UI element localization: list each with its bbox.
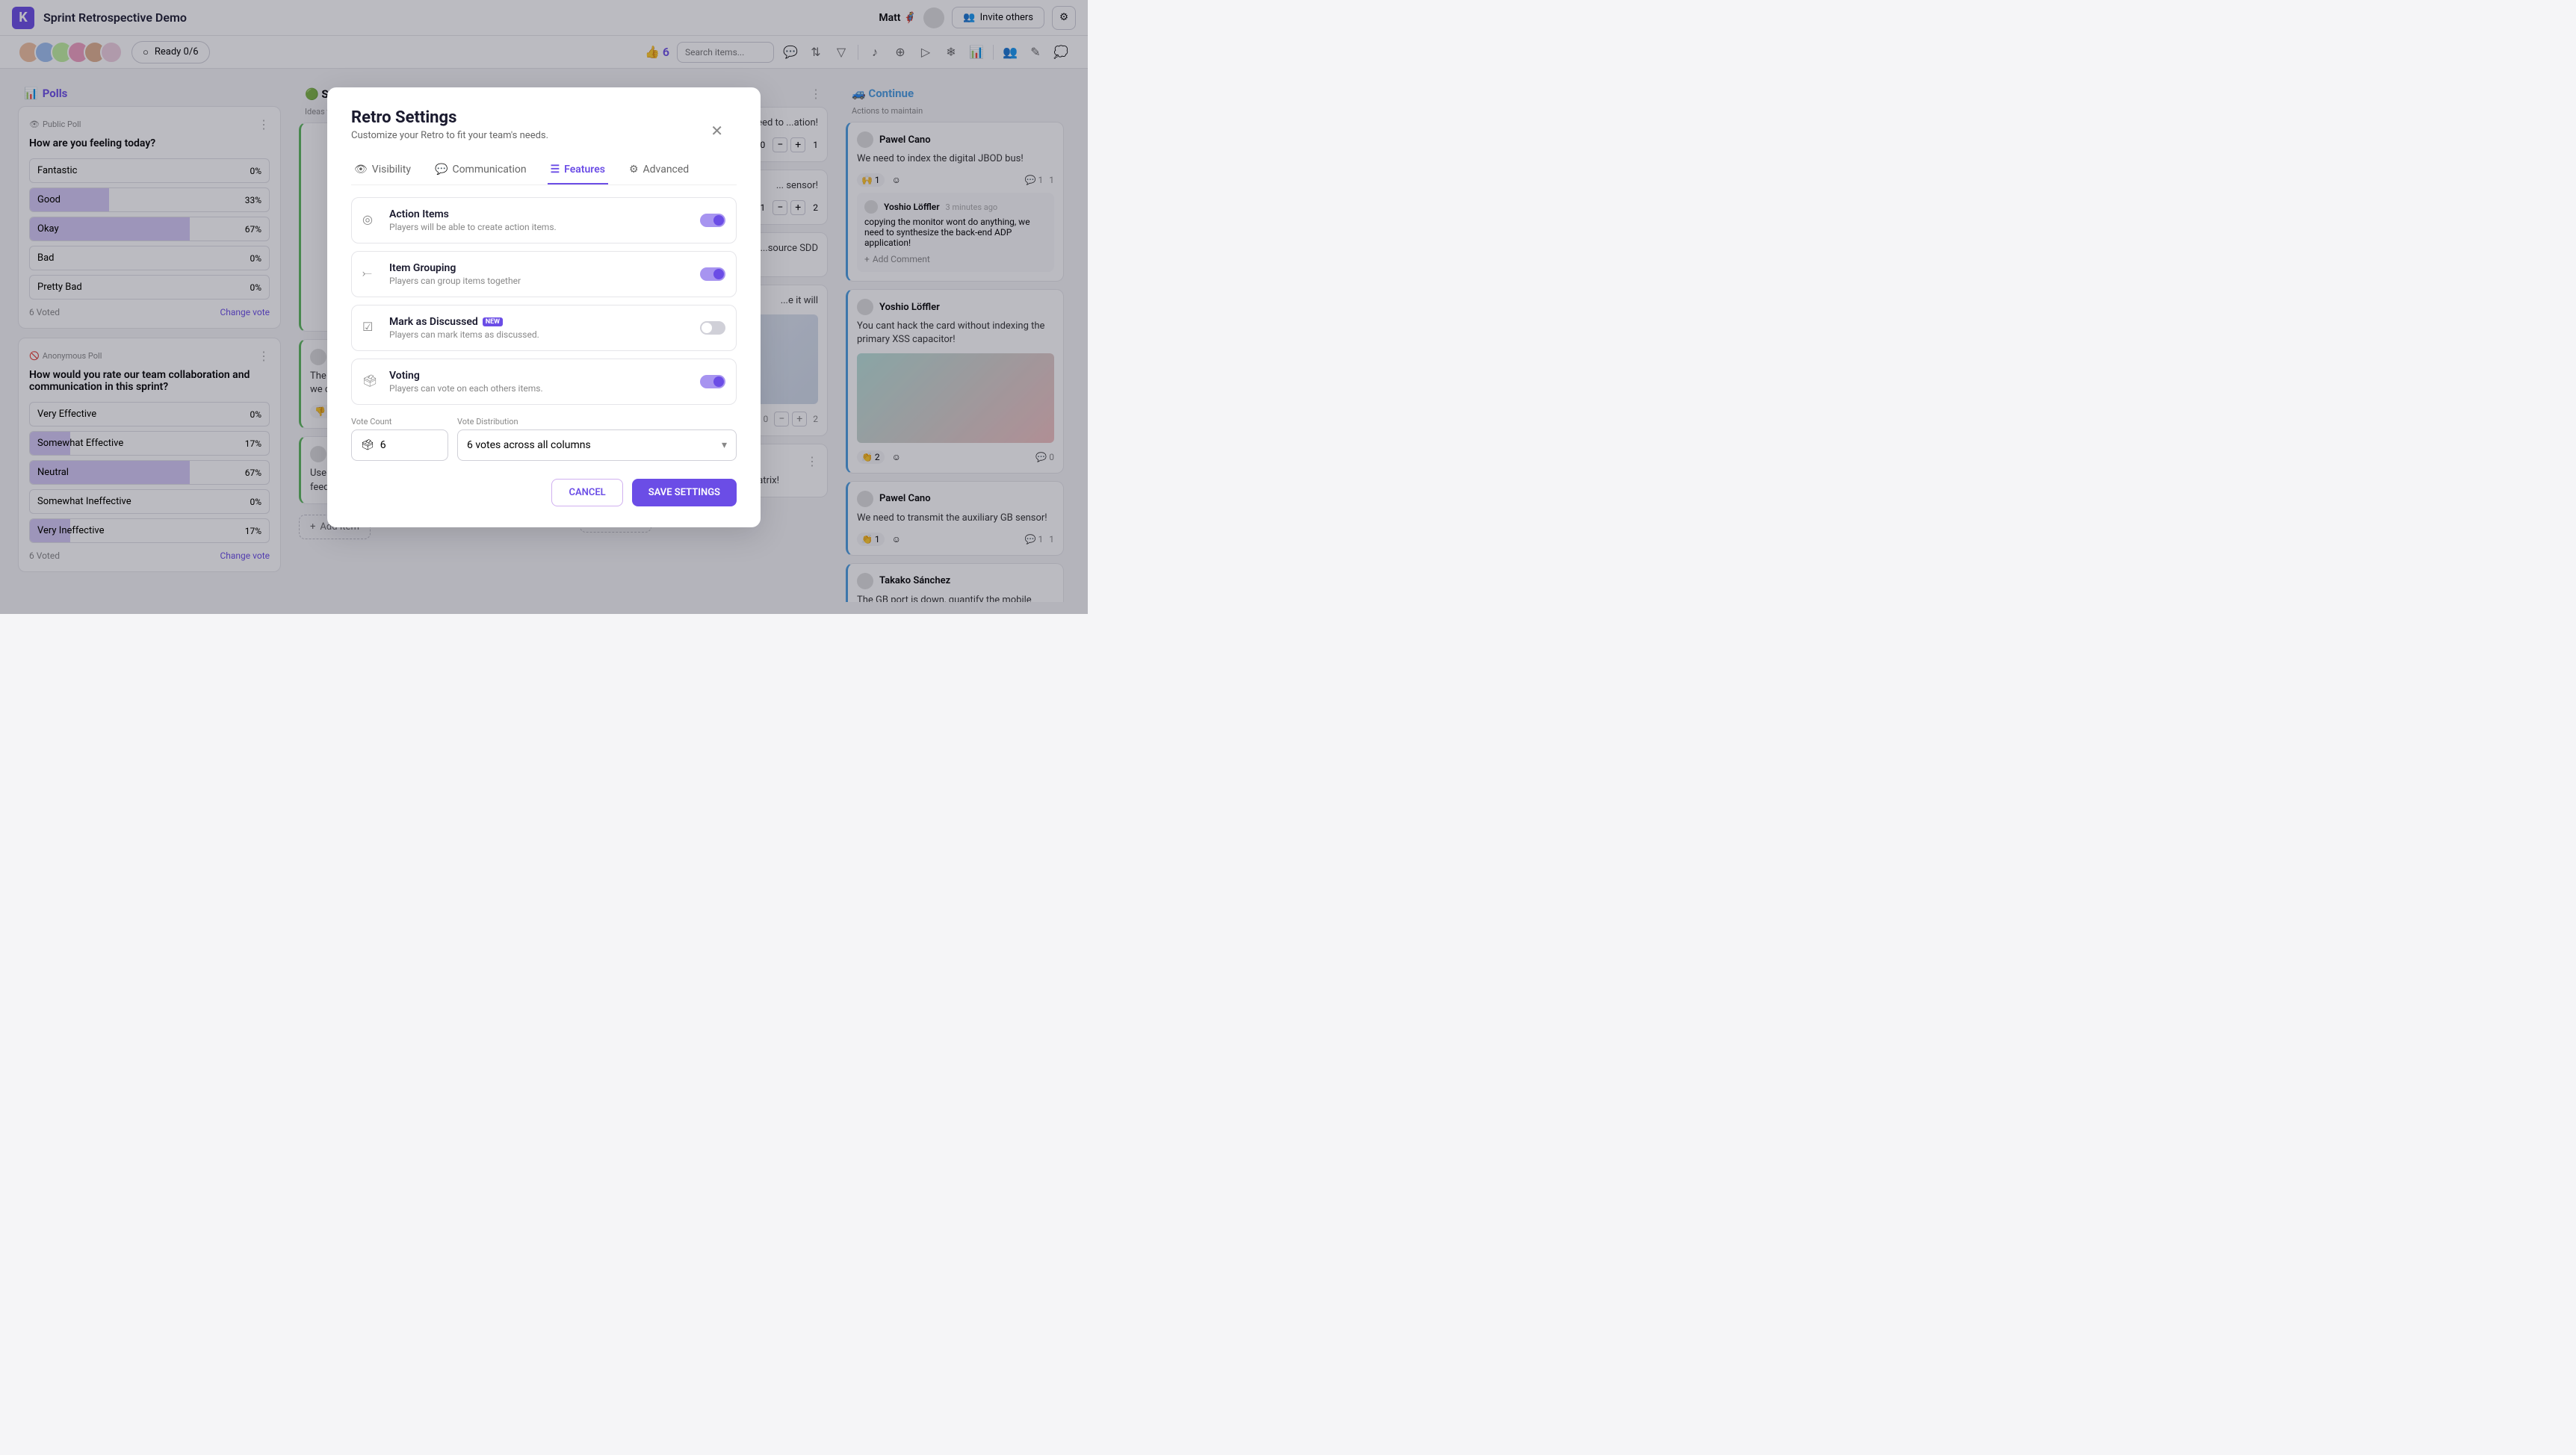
feature-title: Mark as Discussed NEW — [389, 316, 690, 328]
poll-option-label: Okay — [37, 223, 59, 235]
feature-title: Item Grouping — [389, 262, 690, 274]
tab-visibility[interactable]: 👁 Visibility — [351, 156, 414, 184]
checkbox-icon: ☑ — [362, 320, 379, 336]
close-icon: ✕ — [710, 122, 723, 140]
poll-option-pct: 0% — [250, 409, 261, 420]
save-settings-button[interactable]: SAVE SETTINGS — [632, 479, 737, 506]
poll-option-pct: 0% — [250, 497, 261, 507]
vote-count-label: Vote Count — [351, 417, 448, 426]
chevron-down-icon: ▾ — [722, 439, 727, 451]
feature-desc: Players will be able to create action it… — [389, 222, 690, 232]
poll-option-label: Fantastic — [37, 165, 77, 176]
item-grouping-toggle[interactable] — [700, 267, 725, 281]
feature-title: Voting — [389, 370, 690, 382]
feature-desc: Players can vote on each others items. — [389, 383, 690, 394]
poll-option-pct: 0% — [250, 253, 261, 264]
cancel-button[interactable]: CANCEL — [551, 479, 622, 506]
poll-option-label: Somewhat Effective — [37, 438, 123, 449]
modal-backdrop[interactable]: Retro Settings Customize your Retro to f… — [0, 0, 1088, 614]
mark-discussed-toggle[interactable] — [700, 321, 725, 335]
feature-voting: 🗳 Voting Players can vote on each others… — [351, 359, 737, 405]
tab-communication[interactable]: 💬 Communication — [432, 156, 530, 184]
vote-icon: 🗳 — [362, 373, 379, 390]
settings-tabs: 👁 Visibility 💬 Communication ☰ Features … — [351, 156, 737, 185]
poll-option-label: Good — [37, 194, 61, 205]
poll-option-pct: 17% — [245, 526, 261, 536]
target-icon: ◎ — [362, 212, 379, 229]
poll-option-label: Neutral — [37, 467, 69, 478]
feature-title: Action Items — [389, 208, 690, 220]
modal-subtitle: Customize your Retro to fit your team's … — [351, 130, 737, 141]
close-button[interactable]: ✕ — [710, 122, 723, 140]
eye-icon: 👁 — [354, 164, 368, 176]
settings-modal: Retro Settings Customize your Retro to f… — [327, 87, 761, 527]
poll-option-pct: 0% — [250, 166, 261, 176]
vote-count-input[interactable]: 🗳 6 — [351, 429, 448, 461]
merge-icon: ⤚ — [362, 266, 379, 282]
poll-option-pct: 67% — [245, 468, 261, 478]
sliders-icon: ⚙ — [629, 164, 639, 176]
tab-features[interactable]: ☰ Features — [548, 156, 608, 184]
poll-option-label: Pretty Bad — [37, 282, 82, 293]
vote-icon: 🗳 — [361, 439, 374, 451]
vote-distribution-select[interactable]: 6 votes across all columns ▾ — [457, 429, 737, 461]
new-badge: NEW — [483, 317, 503, 326]
feature-item-grouping: ⤚ Item Grouping Players can group items … — [351, 251, 737, 297]
poll-option-pct: 0% — [250, 282, 261, 293]
chat-icon: 💬 — [435, 164, 448, 176]
modal-title: Retro Settings — [351, 108, 737, 127]
poll-option-label: Very Effective — [37, 409, 96, 420]
feature-action-items: ◎ Action Items Players will be able to c… — [351, 197, 737, 243]
feature-desc: Players can mark items as discussed. — [389, 329, 690, 340]
poll-option-label: Somewhat Ineffective — [37, 496, 131, 507]
poll-option-label: Bad — [37, 252, 55, 264]
poll-option-label: Very Ineffective — [37, 525, 105, 536]
poll-option-pct: 33% — [245, 195, 261, 205]
feature-desc: Players can group items together — [389, 276, 690, 286]
poll-option-pct: 17% — [245, 438, 261, 449]
voting-toggle[interactable] — [700, 375, 725, 388]
poll-option-pct: 67% — [245, 224, 261, 235]
vote-distribution-label: Vote Distribution — [457, 417, 737, 426]
feature-mark-discussed: ☑ Mark as Discussed NEW Players can mark… — [351, 305, 737, 351]
tab-advanced[interactable]: ⚙ Advanced — [626, 156, 692, 184]
list-icon: ☰ — [551, 164, 560, 176]
action-items-toggle[interactable] — [700, 214, 725, 227]
